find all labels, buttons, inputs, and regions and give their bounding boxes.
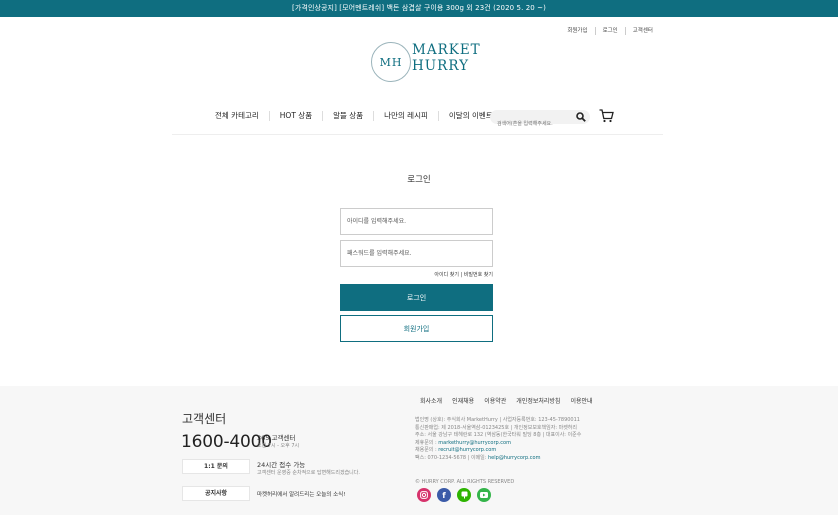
footer-link-privacy[interactable]: 개인정보처리방침 (516, 396, 560, 405)
header-divider (172, 134, 663, 135)
info-line: 채용문의 : recruit@hurrycorp.com (415, 447, 581, 455)
search-box (490, 110, 590, 131)
top-notice-bar[interactable]: [가격인상공지] [모어멘트레쉬] 백돈 삼겹살 구이용 300g 외 23건 … (0, 0, 838, 17)
info-line: 주소: 서울 강남구 테헤란로 132 (역삼동)한국타워 빌딩 8층 | 대표… (415, 432, 582, 438)
footer-link-careers[interactable]: 인재채용 (452, 396, 474, 405)
find-account-links[interactable]: 아이디 찾기 | 비밀번호 찾기 (340, 271, 493, 278)
facebook-icon[interactable]: f (437, 488, 451, 502)
signup-button[interactable]: 회원가입 (340, 315, 493, 342)
footer-link-about[interactable]: 회사소개 (420, 396, 442, 405)
footer-links: 회사소개 인재채용 이용약관 개인정보처리방침 이용안내 (420, 396, 603, 405)
logo-line-1: MARKET (412, 42, 481, 58)
info-line: 팩스: 070-1234-5678 | 이메일: help@hurrycorp.… (415, 455, 581, 463)
hours-sub: 오전 7시 - 오후 7시 (257, 443, 300, 449)
login-button[interactable]: 로그인 (340, 284, 493, 311)
nav-bargain[interactable]: 알뜰 상품 (322, 111, 373, 121)
youtube-icon[interactable] (477, 488, 491, 502)
search-icon[interactable] (576, 112, 586, 122)
logo[interactable]: MH MARKET HURRY (369, 42, 480, 84)
footer-link-guide[interactable]: 이용안내 (570, 396, 592, 405)
signup-link[interactable]: 회원가입 (560, 27, 594, 35)
login-title: 로그인 (407, 175, 431, 185)
notice-text[interactable]: [가격인상공지] [모어멘트레쉬] 백돈 삼겹살 구이용 300g 외 23건 … (292, 4, 546, 12)
contact-label: 팩스: 070-1234-5678 | 이메일: (415, 454, 489, 461)
recruit-email-link[interactable]: recruit@hurrycorp.com (438, 447, 496, 453)
notice-button[interactable]: 공지사항 (182, 486, 250, 501)
utility-links: 회원가입 로그인 고객센터 (560, 27, 660, 35)
hours-title: 365 고객센터 (257, 434, 296, 442)
footer-link-terms[interactable]: 이용약관 (484, 396, 506, 405)
info-line: 통신판매업: 제 2018-서울역삼-0123425호 | 개인정보보호책임자:… (415, 424, 578, 431)
logo-line-2: HURRY (412, 58, 469, 74)
info-line: 법인명 (상호): 주식회사 MarketHurry | 사업자등록번호: 12… (415, 417, 580, 423)
instagram-icon[interactable] (417, 488, 431, 502)
notice-text-footer: 마켓허리에서 알려드리는 오늘의 소식! (257, 492, 346, 498)
customer-center-link[interactable]: 고객센터 (624, 27, 660, 35)
search-input[interactable] (490, 117, 565, 131)
company-info: 법인명 (상호): 주식회사 MarketHurry | 사업자등록번호: 12… (415, 417, 581, 462)
main-nav: 전체 카테고리 HOT 상품 알뜰 상품 나만의 레시피 이달의 이벤트 (215, 108, 503, 124)
help-email-link[interactable]: help@hurrycorp.com (488, 455, 540, 461)
info-line: 제휴문의 : markethurry@hurrycorp.com (415, 440, 581, 448)
password-field[interactable] (340, 240, 493, 267)
login-link[interactable]: 로그인 (594, 27, 625, 35)
inquiry-title: 24시간 접수 가능 (257, 461, 306, 469)
logo-mark: MH (371, 42, 411, 82)
partner-email-link[interactable]: markethurry@hurrycorp.com (438, 440, 511, 446)
cart-icon[interactable] (599, 109, 614, 123)
inquiry-sub: 고객센터 운영중 순차적으로 답변해드리겠습니다. (257, 470, 360, 476)
customer-center-title: 고객센터 (182, 412, 227, 426)
blog-icon[interactable] (457, 488, 471, 502)
social-links: f (417, 488, 491, 502)
logo-wordmark: MARKET HURRY (412, 42, 481, 74)
inquiry-button[interactable]: 1:1 문의 (182, 459, 250, 474)
contact-label: 채용문의 : (415, 447, 439, 453)
nav-all-categories[interactable]: 전체 카테고리 (215, 111, 269, 121)
copyright: © HURRY CORP. ALL RIGHTS RESERVED (415, 479, 515, 485)
nav-hot[interactable]: HOT 상품 (268, 111, 322, 121)
nav-recipe[interactable]: 나만의 레시피 (373, 111, 438, 121)
contact-label: 제휴문의 : (415, 439, 439, 446)
id-field[interactable] (340, 208, 493, 235)
